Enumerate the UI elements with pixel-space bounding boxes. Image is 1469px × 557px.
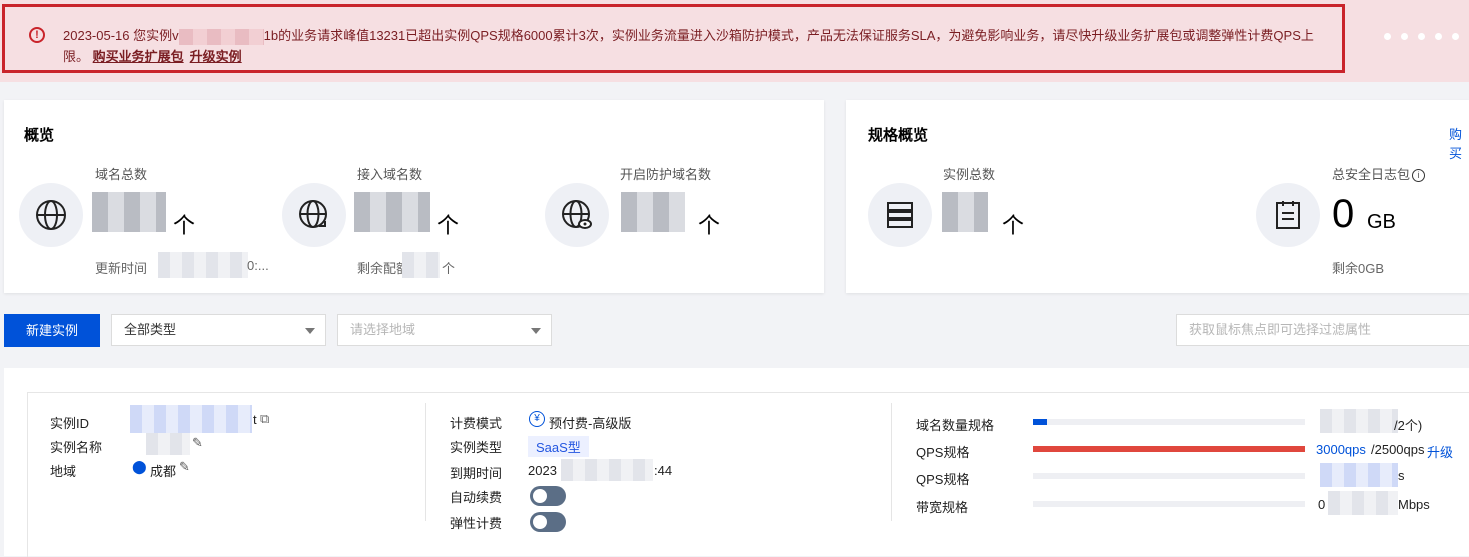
instances-total-label: 实例总数: [943, 167, 996, 182]
total-domains-unit: 个: [173, 213, 196, 238]
log-package-value: 0: [1332, 192, 1355, 236]
expire-head: 2023: [528, 463, 557, 478]
instance-type-label: 实例类型: [450, 440, 503, 455]
connected-domains-unit: 个: [437, 213, 460, 238]
log-package-label: 总安全日志包 i: [1332, 164, 1426, 183]
type-select[interactable]: 全部类型: [111, 314, 326, 346]
bandwidth-tail: Mbps: [1398, 497, 1430, 512]
qps-spec-bar: [1033, 446, 1305, 452]
qps-upgrade-link[interactable]: 升级: [1427, 442, 1453, 461]
instance-id-tail: t: [253, 412, 257, 427]
domain-spec-bar-fill: [1033, 419, 1047, 425]
alert-banner: ! 2023-05-16 您实例v 1b的业务请求峰值13231已超出实例QPS规…: [0, 0, 1469, 82]
instances-total-unit: 个: [1002, 213, 1025, 238]
billing-label: 计费模式: [450, 416, 503, 431]
alert-box: ! 2023-05-16 您实例v 1b的业务请求峰值13231已超出实例QPS规…: [2, 4, 1345, 73]
spec-overview-title: 规格概览: [868, 127, 929, 144]
globe-shield-icon: [545, 183, 609, 247]
overview-title: 概览: [24, 127, 55, 144]
new-instance-button[interactable]: 新建实例: [4, 314, 100, 347]
masked-expire-time: [561, 459, 653, 481]
elastic-billing-toggle[interactable]: [530, 512, 566, 532]
overview-card: 概览 域名总数 个 更新时间 0:... 接入域名数 个 剩余配额 个 开启防护…: [4, 100, 824, 293]
connected-domains-label: 接入域名数: [357, 167, 423, 182]
instance-card: 实例ID t ⧉ 实例名称 ✎ 地域 ⬤ 成都 ✎ 计费模式 ¥ 预付费-高级版…: [27, 392, 1469, 557]
masked-connected-domains: [354, 192, 430, 232]
bandwidth-bar: [1033, 501, 1305, 507]
instance-id-label: 实例ID: [50, 416, 90, 431]
total-domains-label: 域名总数: [95, 167, 148, 182]
globe-icon: [19, 183, 83, 247]
masked-protected-domains: [621, 192, 685, 232]
region-select[interactable]: 请选择地域: [337, 314, 552, 346]
spec-buy-link[interactable]: 购买: [1449, 124, 1469, 162]
qps2-tail: s: [1398, 468, 1405, 483]
log-package-unit: GB: [1367, 211, 1396, 233]
divider: [425, 403, 426, 521]
server-icon: [868, 183, 932, 247]
masked-update-time: [158, 252, 248, 278]
expire-tail: :44: [654, 463, 673, 478]
upgrade-instance-link[interactable]: 升级实例: [190, 49, 242, 64]
qps-spec-label-2: QPS规格: [916, 472, 970, 487]
domain-spec-label: 域名数量规格: [916, 418, 995, 433]
carousel-dots[interactable]: [1384, 28, 1469, 43]
auto-renew-toggle[interactable]: [530, 486, 566, 506]
globe-connect-icon: [282, 183, 346, 247]
spec-overview-card: 规格概览 购买 实例总数 个 总安全日志包 i 0 GB 剩余0GB: [846, 100, 1469, 293]
masked-remaining-quota: [402, 252, 440, 278]
edit-name-icon[interactable]: ✎: [192, 435, 203, 451]
qps-limit: /2500qps: [1371, 442, 1425, 457]
location-pin-icon: ⬤: [132, 459, 147, 474]
bandwidth-label: 带宽规格: [916, 500, 969, 515]
masked-instance-id-value[interactable]: [130, 405, 252, 433]
qps-spec-label: QPS规格: [916, 445, 970, 460]
update-time-tail: 0:...: [247, 258, 269, 273]
divider: [891, 403, 892, 521]
domain-spec-bar: [1033, 419, 1305, 425]
protected-domains-label: 开启防护域名数: [620, 167, 712, 182]
bandwidth-head: 0: [1318, 497, 1326, 512]
instance-name-label: 实例名称: [50, 440, 103, 455]
masked-domain-spec: [1320, 409, 1398, 433]
alert-message: 2023-05-16 您实例v 1b的业务请求峰值13231已超出实例QPS规格6…: [63, 28, 1314, 64]
expire-label: 到期时间: [450, 466, 503, 481]
protected-domains-unit: 个: [698, 213, 721, 238]
buy-extension-link[interactable]: 购买业务扩展包: [93, 49, 184, 64]
region-label: 地域: [50, 464, 77, 479]
masked-instances-total: [942, 192, 988, 232]
auto-renew-label: 自动续费: [450, 490, 503, 505]
chevron-down-icon: [305, 328, 315, 334]
remaining-quota-unit: 个: [442, 261, 456, 276]
qps-current: 3000qps: [1316, 442, 1366, 457]
alert-date: 2023-05-16 您实例: [63, 28, 173, 43]
masked-qps-spec-2: [1320, 463, 1398, 487]
masked-instance-name: [146, 433, 190, 455]
copy-icon[interactable]: ⧉: [260, 411, 269, 427]
qps-spec-bar-fill: [1033, 446, 1305, 452]
masked-bandwidth: [1328, 491, 1398, 515]
chevron-down-icon: [531, 328, 541, 334]
masked-total-domains: [92, 192, 166, 232]
billing-value: 预付费-高级版: [549, 416, 632, 431]
info-icon[interactable]: i: [1412, 169, 1426, 182]
instance-panel: 实例ID t ⧉ 实例名称 ✎ 地域 ⬤ 成都 ✎ 计费模式 ¥ 预付费-高级版…: [4, 368, 1469, 557]
update-time-label: 更新时间: [95, 261, 148, 276]
qps-spec-bar-2: [1033, 473, 1305, 479]
region-value: 成都: [150, 464, 177, 479]
log-document-icon: [1256, 183, 1320, 247]
masked-instance-id: [178, 28, 264, 45]
yuan-icon: ¥: [529, 411, 545, 427]
elastic-billing-label: 弹性计费: [450, 516, 503, 531]
alert-circle-icon: !: [29, 27, 45, 43]
log-remaining: 剩余0GB: [1332, 261, 1385, 276]
filter-input[interactable]: 获取鼠标焦点即可选择过滤属性: [1176, 314, 1469, 346]
edit-region-icon[interactable]: ✎: [179, 459, 190, 475]
instance-type-tag: SaaS型: [528, 436, 589, 457]
domain-spec-tail: /2个): [1394, 418, 1423, 433]
